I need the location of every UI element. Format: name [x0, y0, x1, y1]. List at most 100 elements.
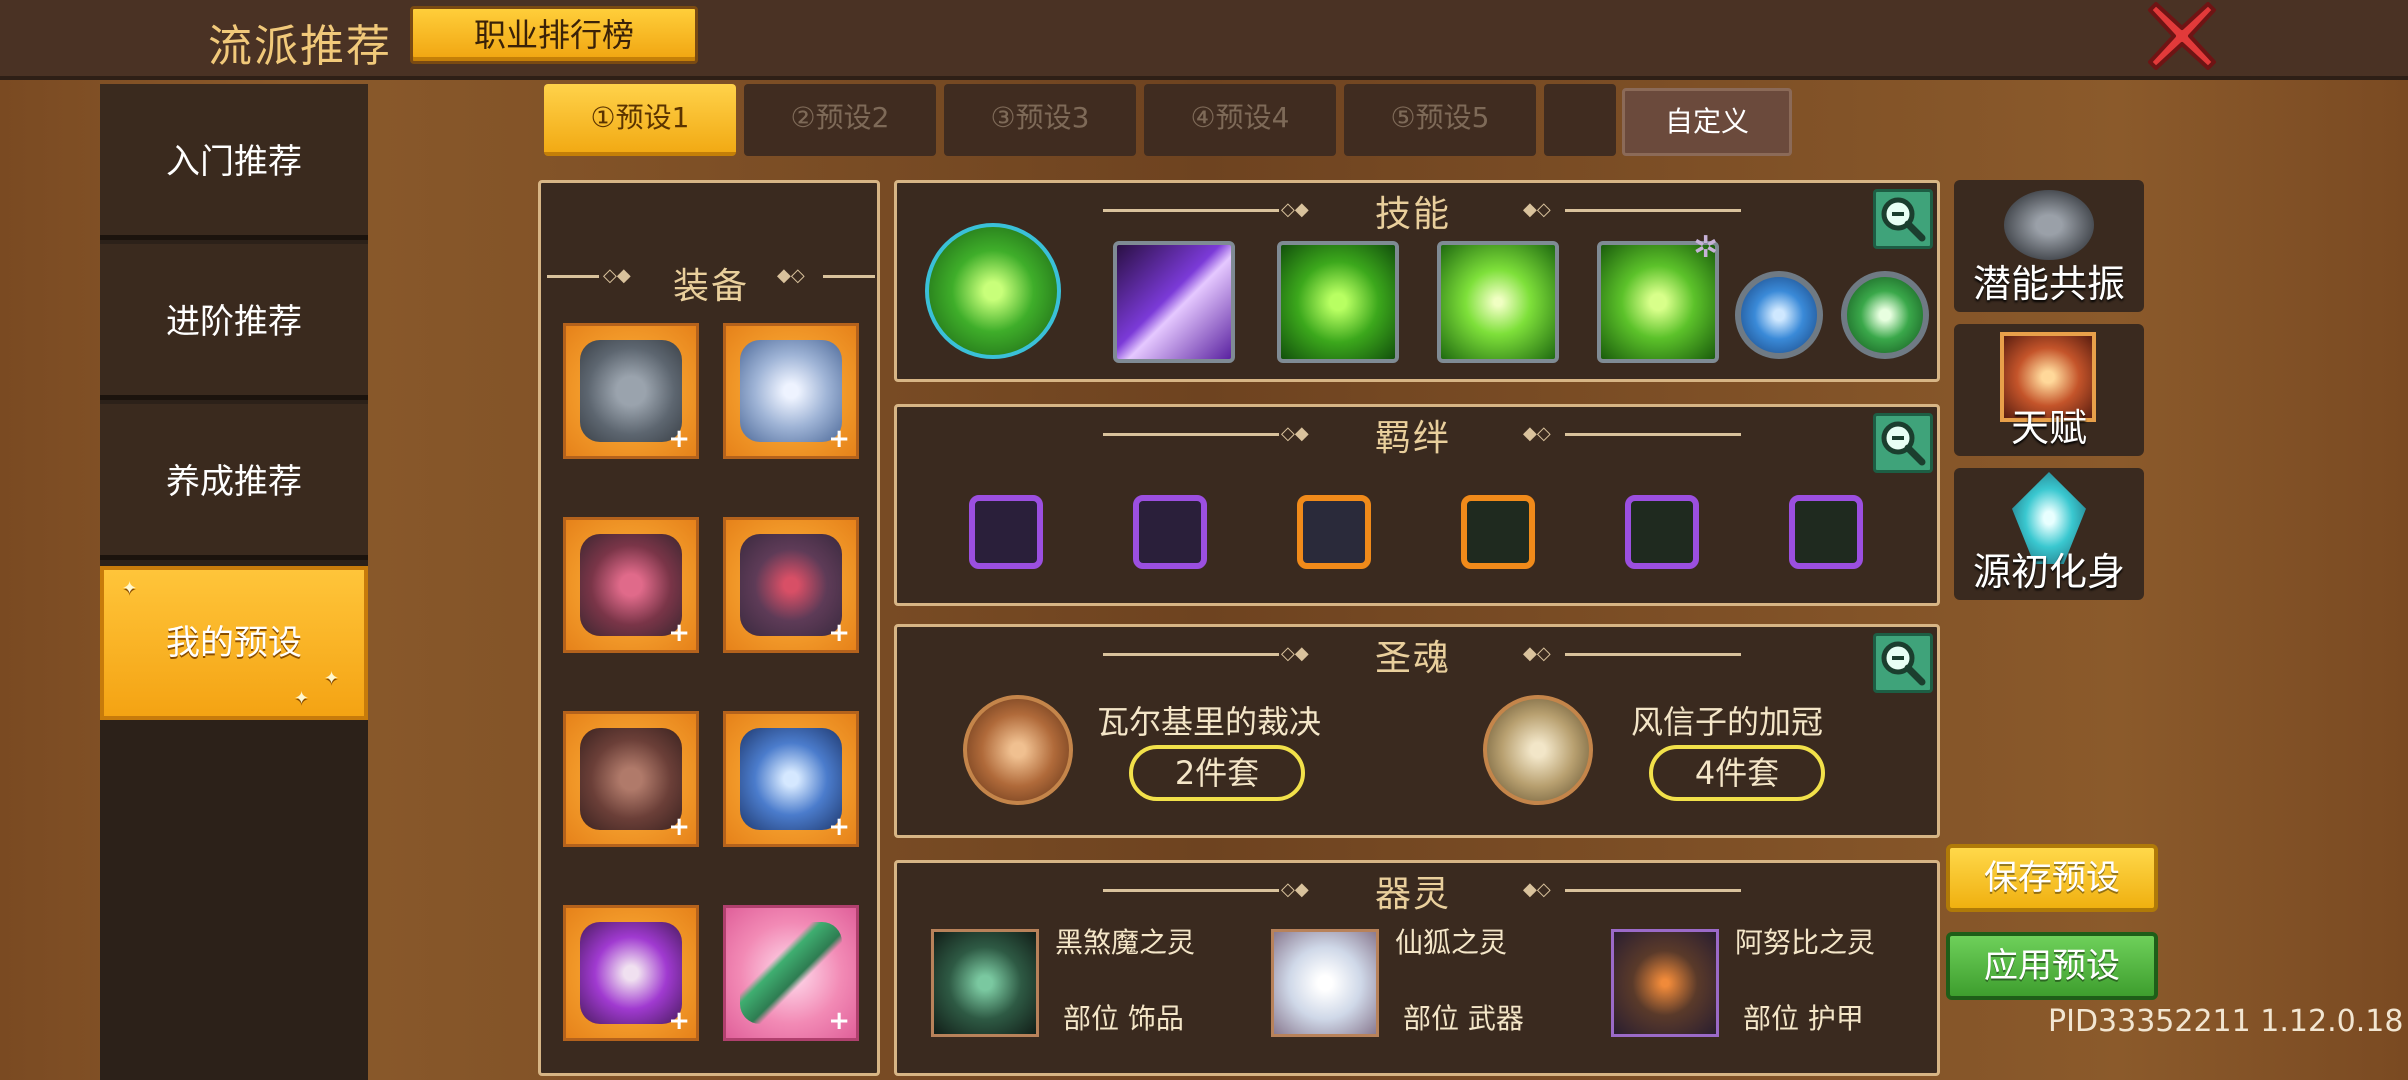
bond-green-slash-icon[interactable]: [969, 495, 1043, 569]
skill-burst-icon[interactable]: [1437, 241, 1559, 363]
sidebar-item-label: 我的预设: [166, 623, 302, 663]
plus-icon: +: [828, 424, 850, 454]
tab-spacer: [1544, 84, 1616, 156]
plus-icon: +: [668, 812, 690, 842]
talent-label: 天赋: [2010, 406, 2087, 450]
holy-soul-name: 风信子的加冠: [1631, 703, 1824, 741]
skills-panel: ◇◆ 技能 ◆◇ ✲: [894, 180, 1940, 382]
equipment-title: 装备: [672, 266, 749, 307]
plus-icon: +: [668, 618, 690, 648]
holy-soul-title: 圣魂: [1374, 638, 1451, 679]
sparkle-icon: ✦: [324, 668, 340, 689]
sidebar-item-advanced[interactable]: 进阶推荐: [100, 244, 368, 400]
skills-title: 技能: [1374, 194, 1451, 235]
resonance-gear-icon: [2004, 190, 2094, 260]
sparkle-icon: ✦: [122, 578, 138, 599]
tab-preset-4[interactable]: ④预设4: [1144, 84, 1336, 156]
set-badge: 4件套: [1649, 745, 1825, 801]
close-icon: [2148, 2, 2216, 70]
divider: [1103, 209, 1279, 212]
spirit-slot: 部位 饰品: [1063, 1002, 1184, 1035]
tab-custom[interactable]: 自定义: [1622, 88, 1792, 156]
bonds-panel: ◇◆ 羁绊 ◆◇: [894, 404, 1940, 606]
equipment-slot-accessory[interactable]: +: [563, 905, 699, 1041]
skills-zoom-button[interactable]: [1873, 189, 1933, 249]
talent-button[interactable]: 天赋: [1954, 324, 2144, 456]
spiked-armor-icon: [580, 534, 682, 636]
blue-boots-icon: [740, 728, 842, 830]
skill-rune-icon[interactable]: [1277, 241, 1399, 363]
divider-ornament: ◇◆: [1281, 643, 1309, 664]
plus-icon: +: [828, 1006, 850, 1036]
valkyrie-portrait[interactable]: [963, 695, 1073, 805]
sidebar-item-my-presets[interactable]: 我的预设 ✦ ✦ ✦: [100, 566, 368, 720]
tab-preset-5[interactable]: ⑤预设5: [1344, 84, 1536, 156]
spirit-slot: 部位 护甲: [1743, 1002, 1864, 1035]
anubis-spirit-icon[interactable]: [1611, 929, 1719, 1037]
skill-slash-icon[interactable]: [1113, 241, 1235, 363]
jeweled-gauntlet-icon: [740, 534, 842, 636]
spirits-title: 器灵: [1374, 874, 1451, 915]
set-badge: 2件套: [1129, 745, 1305, 801]
equipment-slot-necklace[interactable]: +: [723, 323, 859, 459]
magnifier-icon: [1881, 197, 1926, 242]
class-ranking-button[interactable]: 职业排行榜: [410, 6, 698, 64]
spirit-name: 阿努比之灵: [1735, 926, 1876, 959]
green-sword-icon: [740, 922, 842, 1024]
divider: [1103, 653, 1279, 656]
purple-talisman-icon: [580, 922, 682, 1024]
skill-main-icon[interactable]: [925, 223, 1061, 359]
sidebar-item-development[interactable]: 养成推荐: [100, 404, 368, 560]
gear-helmet-icon: [580, 340, 682, 442]
bonds-zoom-button[interactable]: [1873, 413, 1933, 473]
apply-preset-button[interactable]: 应用预设: [1946, 932, 2158, 1000]
bond-hourglass-icon[interactable]: [1297, 495, 1371, 569]
star-amulet-icon: [740, 340, 842, 442]
divider-ornament: ◇◆: [603, 265, 631, 286]
divider: [1103, 433, 1279, 436]
page-title: 流派推荐: [208, 21, 392, 72]
equipment-slot-armor[interactable]: +: [563, 517, 699, 653]
bond-green-claws-icon[interactable]: [1625, 495, 1699, 569]
equipment-slot-ring[interactable]: +: [563, 711, 699, 847]
hyacinth-portrait[interactable]: [1483, 695, 1593, 805]
bond-purple-spiral-icon[interactable]: [1133, 495, 1207, 569]
equipment-slot-gauntlet[interactable]: +: [723, 517, 859, 653]
potential-resonance-button[interactable]: 潜能共振: [1954, 180, 2144, 312]
divider-ornament: ◆◇: [1523, 423, 1551, 444]
spirit-name: 黑煞魔之灵: [1055, 926, 1196, 959]
holy-soul-name: 瓦尔基里的裁决: [1097, 703, 1322, 741]
primal-avatar-button[interactable]: 源初化身: [1954, 468, 2144, 600]
fox-spirit-icon[interactable]: [1271, 929, 1379, 1037]
tab-preset-1[interactable]: ①预设1: [544, 84, 736, 156]
passive-shield-icon[interactable]: [1735, 271, 1823, 359]
sidebar-item-beginner[interactable]: 入门推荐: [100, 84, 368, 240]
version-label: PID33352211 1.12.0.18: [2048, 1004, 2404, 1039]
gear-icon: ✲: [1693, 230, 1719, 265]
equipment-slot-helmet[interactable]: +: [563, 323, 699, 459]
plus-icon: +: [668, 1006, 690, 1036]
spirit-name: 仙狐之灵: [1395, 926, 1508, 959]
divider: [1565, 653, 1741, 656]
bond-green-rays-icon[interactable]: [1789, 495, 1863, 569]
passive-heart-icon[interactable]: [1841, 271, 1929, 359]
close-button[interactable]: [2146, 0, 2218, 72]
tab-preset-3[interactable]: ③预设3: [944, 84, 1136, 156]
divider-ornament: ◇◆: [1281, 423, 1309, 444]
bond-green-arrows-icon[interactable]: [1461, 495, 1535, 569]
black-demon-spirit-icon[interactable]: [931, 929, 1039, 1037]
save-preset-button[interactable]: 保存预设: [1946, 844, 2158, 912]
equipment-slot-weapon[interactable]: +: [723, 905, 859, 1041]
divider: [547, 275, 599, 278]
tab-preset-2[interactable]: ②预设2: [744, 84, 936, 156]
divider-ornament: ◇◆: [1281, 879, 1309, 900]
divider: [1565, 209, 1741, 212]
spirit-slot: 部位 武器: [1403, 1002, 1524, 1035]
divider-ornament: ◆◇: [1523, 643, 1551, 664]
holy-soul-zoom-button[interactable]: [1873, 633, 1933, 693]
divider-ornament: ◆◇: [1523, 199, 1551, 220]
equipment-slot-boots[interactable]: +: [723, 711, 859, 847]
holy-soul-panel: ◇◆ 圣魂 ◆◇ 瓦尔基里的裁决 2件套 风信子的加冠 4件套: [894, 624, 1940, 838]
plus-icon: +: [668, 424, 690, 454]
divider-ornament: ◆◇: [1523, 879, 1551, 900]
